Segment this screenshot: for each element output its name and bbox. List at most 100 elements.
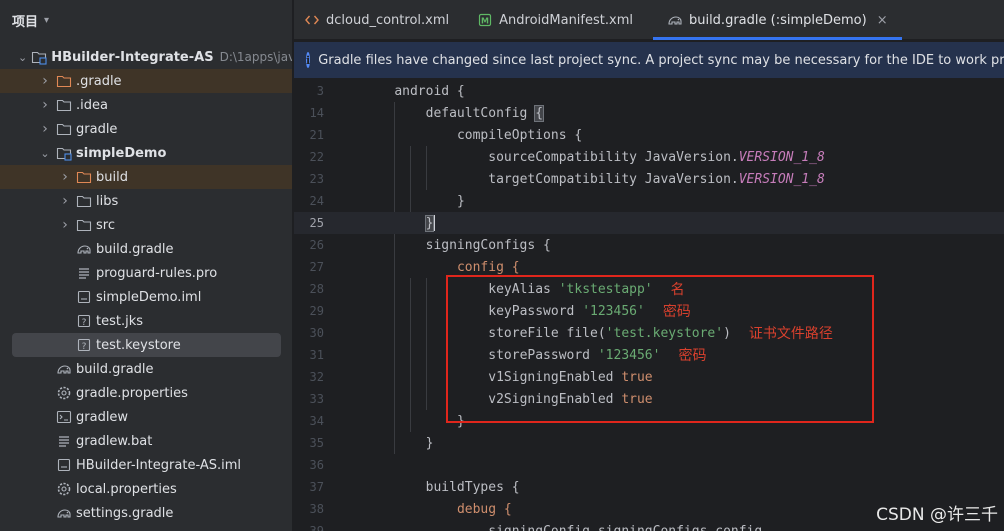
code-text: keyPassword '123456' bbox=[352, 304, 645, 319]
tree-item[interactable]: simpleDemo.iml bbox=[0, 285, 292, 309]
line-number: 37 bbox=[309, 480, 324, 494]
code-line[interactable]: 24} bbox=[294, 190, 1004, 212]
tree-item[interactable]: build.gradle bbox=[0, 237, 292, 261]
chevron-right-icon[interactable]: › bbox=[38, 97, 52, 113]
code-line[interactable]: 22 sourceCompatibility JavaVersion.VERSIO… bbox=[294, 146, 1004, 168]
tree-item-label: local.properties bbox=[76, 481, 177, 497]
tree-item[interactable]: settings.gradle bbox=[0, 501, 292, 525]
code-text: signingConfig signingConfigs.config bbox=[352, 524, 762, 531]
gradle-elephant-icon bbox=[56, 505, 72, 521]
code-line[interactable]: 32 v1SigningEnabled true bbox=[294, 366, 1004, 388]
tree-item[interactable]: › gradle bbox=[0, 117, 292, 141]
tree-item-label: test.keystore bbox=[96, 337, 181, 353]
text-cursor bbox=[433, 215, 436, 231]
gradle-elephant-icon bbox=[56, 361, 72, 377]
editor-tab[interactable]: build.gradle (:simpleDemo) × bbox=[652, 0, 902, 40]
line-number: 22 bbox=[309, 150, 324, 164]
line-number: 3 bbox=[316, 84, 324, 98]
code-line[interactable]: 26 signingConfigs { bbox=[294, 234, 1004, 256]
folder-icon bbox=[76, 193, 92, 209]
code-editor[interactable]: 3 android {14 defaultConfig {21 compileOpti… bbox=[294, 80, 1004, 531]
tree-item[interactable]: › src bbox=[0, 213, 292, 237]
code-line[interactable]: 30 storeFile file('test.keystore') 证书文件路径 bbox=[294, 322, 1004, 344]
code-line[interactable]: 31 storePassword '123456' 密码 bbox=[294, 344, 1004, 366]
chevron-right-icon[interactable]: › bbox=[58, 169, 72, 185]
code-line[interactable]: 3 android { bbox=[294, 80, 1004, 102]
code-line[interactable]: 14 defaultConfig { bbox=[294, 102, 1004, 124]
tree-item-label: HBuilder-Integrate-AS.iml bbox=[76, 457, 242, 473]
chevron-right-icon[interactable]: › bbox=[58, 193, 72, 209]
chevron-down-icon[interactable]: ⌄ bbox=[18, 51, 27, 64]
code-line[interactable]: 21 compileOptions { bbox=[294, 124, 1004, 146]
code-token: compileOptions { bbox=[456, 127, 583, 143]
tree-item[interactable]: ⌄ HBuilder-Integrate-AS D:\1apps\java\An bbox=[0, 45, 292, 69]
code-line[interactable]: 27 config { bbox=[294, 256, 1004, 278]
line-number: 29 bbox=[309, 304, 324, 318]
chevron-right-icon[interactable]: › bbox=[38, 73, 52, 89]
code-line[interactable]: 33 v2SigningEnabled true bbox=[294, 388, 1004, 410]
tree-item[interactable]: ? test.jks bbox=[0, 309, 292, 333]
tree-item[interactable]: local.properties bbox=[0, 477, 292, 501]
tree-item-label: build bbox=[96, 169, 128, 185]
tree-item[interactable]: › .idea bbox=[0, 93, 292, 117]
folder-icon bbox=[76, 217, 92, 233]
code-line[interactable]: 35} bbox=[294, 432, 1004, 454]
code-token: 'test.keystore' bbox=[605, 325, 724, 341]
code-line[interactable]: 37 buildTypes { bbox=[294, 476, 1004, 498]
code-line[interactable]: 29 keyPassword '123456' 密码 bbox=[294, 300, 1004, 322]
line-number: 26 bbox=[309, 238, 324, 252]
tree-item[interactable]: gradlew bbox=[0, 405, 292, 429]
code-token: sourceCompatibility JavaVersion. bbox=[488, 149, 739, 165]
chevron-right-icon[interactable]: › bbox=[38, 121, 52, 137]
code-token: '123456' bbox=[582, 303, 645, 319]
red-annotation: 证书文件路径 bbox=[748, 326, 833, 342]
code-text: defaultConfig { bbox=[352, 104, 545, 122]
code-line[interactable]: 25} bbox=[294, 212, 1004, 234]
code-token: } bbox=[424, 214, 435, 232]
tree-item-label: libs bbox=[96, 193, 119, 209]
tree-item[interactable]: build.gradle bbox=[0, 357, 292, 381]
line-number: 33 bbox=[309, 392, 324, 406]
xml-file-icon bbox=[304, 12, 320, 28]
tree-item-path: D:\1apps\java\An bbox=[219, 50, 292, 64]
code-text: targetCompatibility JavaVersion.VERSION_… bbox=[352, 172, 825, 187]
tree-item[interactable]: › build bbox=[0, 165, 292, 189]
code-line[interactable]: 23 targetCompatibility JavaVersion.VERSIO… bbox=[294, 168, 1004, 190]
red-annotation: 密码 bbox=[678, 348, 707, 364]
tree-item-label: src bbox=[96, 217, 115, 233]
code-text: debug { bbox=[352, 502, 512, 517]
line-number: 24 bbox=[309, 194, 324, 208]
tree-item[interactable]: ⌄ simpleDemo bbox=[0, 141, 292, 165]
tree-item[interactable]: proguard-rules.pro bbox=[0, 261, 292, 285]
project-view-title[interactable]: 项目 bbox=[12, 11, 38, 30]
code-token: v2SigningEnabled bbox=[488, 391, 622, 407]
tree-item-label: gradle.properties bbox=[76, 385, 188, 401]
tree-item[interactable]: gradle.properties bbox=[0, 381, 292, 405]
chevron-down-icon[interactable]: ⌄ bbox=[38, 147, 52, 160]
tree-item[interactable]: › libs bbox=[0, 189, 292, 213]
code-text: storeFile file('test.keystore') bbox=[352, 326, 731, 341]
close-icon[interactable]: × bbox=[877, 13, 888, 28]
editor-tab[interactable]: M AndroidManifest.xml bbox=[463, 0, 647, 40]
chevron-down-icon[interactable]: ▾ bbox=[44, 15, 49, 26]
code-line[interactable]: 28 keyAlias 'tkstestapp' 名 bbox=[294, 278, 1004, 300]
tree-item[interactable]: HBuilder-Integrate-AS.iml bbox=[0, 453, 292, 477]
gear-icon bbox=[56, 481, 72, 497]
tree-item[interactable]: › .gradle bbox=[0, 69, 292, 93]
folder-icon bbox=[56, 121, 72, 137]
tree-item[interactable]: gradlew.bat bbox=[0, 429, 292, 453]
chevron-right-icon[interactable]: › bbox=[58, 217, 72, 233]
code-token: targetCompatibility JavaVersion. bbox=[488, 171, 739, 187]
code-line[interactable]: 36 bbox=[294, 454, 1004, 476]
line-number: 28 bbox=[309, 282, 324, 296]
code-token: keyPassword bbox=[488, 303, 583, 319]
unknown-file-icon: ? bbox=[76, 313, 92, 329]
project-view-header[interactable]: 项目 ▾ bbox=[0, 0, 292, 40]
code-line[interactable]: 34} bbox=[294, 410, 1004, 432]
tree-item-label: proguard-rules.pro bbox=[96, 265, 218, 281]
line-number: 39 bbox=[309, 524, 324, 531]
code-text: compileOptions { bbox=[352, 128, 582, 143]
code-token: storePassword bbox=[488, 347, 598, 363]
tree-item[interactable]: ? test.keystore bbox=[12, 333, 281, 357]
editor-tab[interactable]: dcloud_control.xml bbox=[294, 0, 463, 40]
